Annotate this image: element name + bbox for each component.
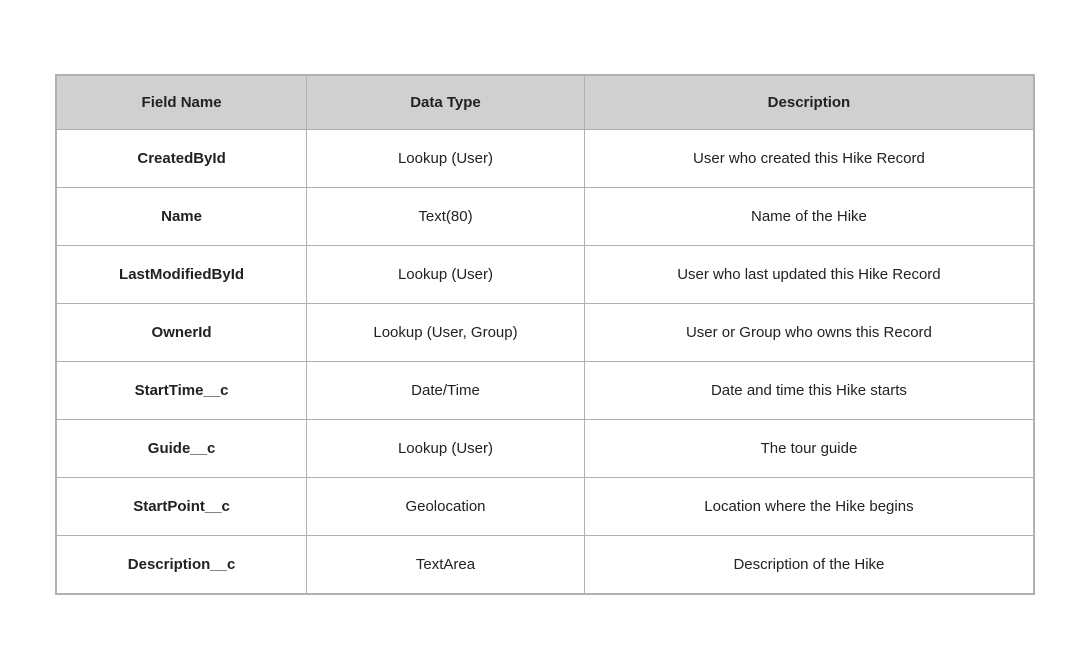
cell-field-name: StartPoint__c (57, 478, 307, 536)
cell-description: User who last updated this Hike Record (584, 246, 1033, 304)
cell-description: Location where the Hike begins (584, 478, 1033, 536)
table-header-row: Field Name Data Type Description (57, 76, 1034, 130)
cell-data-type: Geolocation (307, 478, 585, 536)
cell-field-name: Description__c (57, 536, 307, 594)
table-row: Description__cTextAreaDescription of the… (57, 536, 1034, 594)
cell-field-name: OwnerId (57, 304, 307, 362)
cell-data-type: Lookup (User, Group) (307, 304, 585, 362)
cell-description: User or Group who owns this Record (584, 304, 1033, 362)
cell-description: User who created this Hike Record (584, 130, 1033, 188)
cell-data-type: Lookup (User) (307, 130, 585, 188)
cell-field-name: CreatedById (57, 130, 307, 188)
cell-field-name: LastModifiedById (57, 246, 307, 304)
header-data-type: Data Type (307, 76, 585, 130)
header-description: Description (584, 76, 1033, 130)
cell-description: Description of the Hike (584, 536, 1033, 594)
cell-data-type: Lookup (User) (307, 420, 585, 478)
table-row: CreatedByIdLookup (User)User who created… (57, 130, 1034, 188)
table-row: StartTime__cDate/TimeDate and time this … (57, 362, 1034, 420)
cell-field-name: Name (57, 188, 307, 246)
cell-field-name: Guide__c (57, 420, 307, 478)
cell-data-type: TextArea (307, 536, 585, 594)
table-row: StartPoint__cGeolocationLocation where t… (57, 478, 1034, 536)
table-row: OwnerIdLookup (User, Group)User or Group… (57, 304, 1034, 362)
table-row: LastModifiedByIdLookup (User)User who la… (57, 246, 1034, 304)
cell-description: The tour guide (584, 420, 1033, 478)
header-field-name: Field Name (57, 76, 307, 130)
table-row: Guide__cLookup (User)The tour guide (57, 420, 1034, 478)
cell-field-name: StartTime__c (57, 362, 307, 420)
cell-data-type: Date/Time (307, 362, 585, 420)
table-row: NameText(80)Name of the Hike (57, 188, 1034, 246)
main-table-container: Field Name Data Type Description Created… (55, 74, 1035, 595)
hike-fields-table: Field Name Data Type Description Created… (56, 75, 1034, 594)
cell-description: Date and time this Hike starts (584, 362, 1033, 420)
cell-description: Name of the Hike (584, 188, 1033, 246)
cell-data-type: Lookup (User) (307, 246, 585, 304)
cell-data-type: Text(80) (307, 188, 585, 246)
